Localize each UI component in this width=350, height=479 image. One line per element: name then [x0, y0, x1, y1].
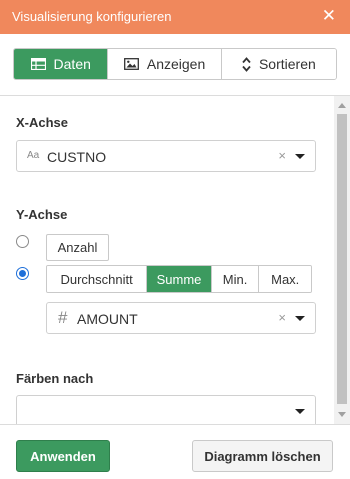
x-axis-label: X-Achse — [16, 115, 69, 130]
tab-anzeigen[interactable]: Anzeigen — [108, 49, 222, 79]
agg-min[interactable]: Min. — [211, 266, 260, 292]
y-axis-label: Y-Achse — [16, 207, 68, 222]
clear-icon[interactable]: × — [278, 148, 286, 163]
footer-divider — [0, 424, 350, 425]
agg-durchschnitt-label: Durchschnitt — [60, 271, 133, 287]
scroll-up-icon[interactable] — [338, 103, 346, 108]
tab-sortieren-label: Sortieren — [258, 56, 316, 72]
agg-min-label: Min. — [222, 271, 248, 287]
dialog-title: Visualisierung konfigurieren — [12, 9, 172, 24]
table-icon — [30, 58, 46, 70]
count-button-label: Anzahl — [57, 240, 98, 255]
chevron-down-icon — [295, 316, 305, 321]
tab-daten-label: Daten — [53, 56, 91, 72]
tab-daten[interactable]: Daten — [14, 49, 109, 79]
color-by-label: Färben nach — [16, 371, 94, 386]
chevron-down-icon — [295, 409, 305, 414]
x-axis-select[interactable]: Aa CUSTNO × — [16, 140, 316, 172]
sort-icon — [242, 56, 251, 72]
count-button[interactable]: Anzahl — [46, 234, 109, 261]
image-icon — [123, 58, 139, 70]
close-icon[interactable]: ✕ — [322, 7, 336, 24]
y-axis-field-value: AMOUNT — [77, 311, 138, 327]
scroll-down-icon[interactable] — [338, 412, 346, 417]
scrollbar-thumb[interactable] — [337, 114, 347, 404]
aggregation-selector: Durchschnitt Summe Min. Max. — [46, 265, 312, 293]
clear-icon[interactable]: × — [278, 310, 286, 325]
agg-max[interactable]: Max. — [259, 266, 311, 292]
chevron-down-icon — [295, 154, 305, 159]
radio-aggregate[interactable] — [16, 267, 29, 280]
agg-durchschnitt[interactable]: Durchschnitt — [47, 266, 148, 292]
delete-chart-button[interactable]: Diagramm löschen — [192, 440, 333, 472]
number-type-icon: # — [58, 308, 68, 327]
dialog-titlebar: Visualisierung konfigurieren ✕ — [0, 0, 350, 34]
radio-count[interactable] — [16, 235, 29, 248]
x-axis-value: CUSTNO — [47, 149, 107, 165]
delete-chart-button-label: Diagramm löschen — [204, 448, 321, 464]
agg-max-label: Max. — [271, 271, 300, 287]
apply-button[interactable]: Anwenden — [16, 440, 110, 472]
tab-anzeigen-label: Anzeigen — [146, 56, 206, 72]
agg-summe-label: Summe — [156, 271, 202, 287]
color-by-select[interactable] — [16, 395, 316, 424]
agg-summe[interactable]: Summe — [147, 266, 212, 292]
tab-sortieren[interactable]: Sortieren — [221, 49, 336, 79]
y-axis-field-select[interactable]: # AMOUNT × — [46, 302, 316, 334]
scrollbar[interactable] — [334, 96, 350, 424]
tab-bar: Daten Anzeigen Sortieren — [13, 48, 337, 80]
config-panel: X-Achse Aa CUSTNO × Y-Achse Anzahl Durch… — [0, 96, 334, 424]
apply-button-label: Anwenden — [30, 448, 96, 464]
text-type-icon: Aa — [27, 150, 40, 161]
